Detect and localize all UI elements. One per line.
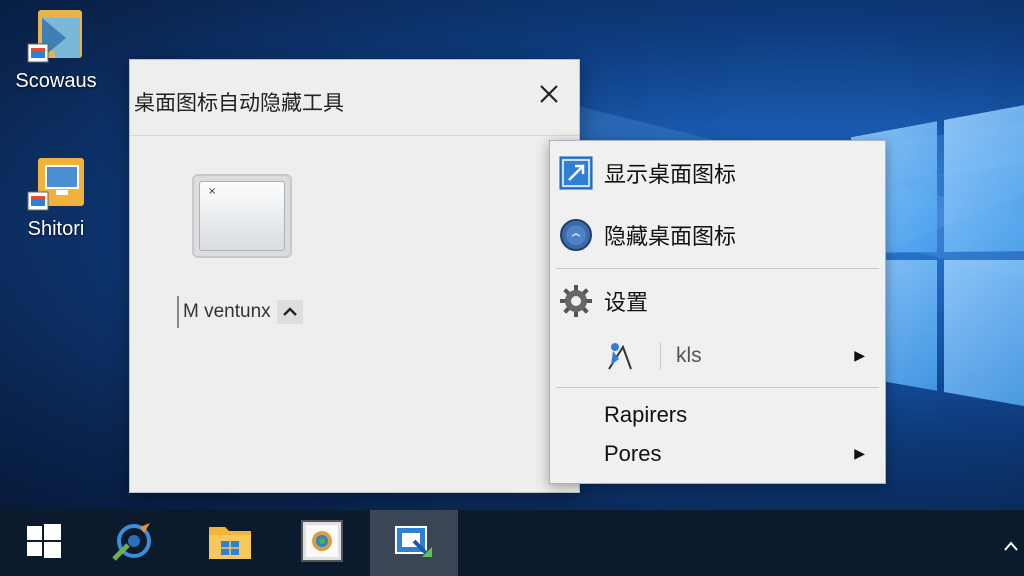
menu-divider — [556, 268, 879, 269]
menu-item-label: 设置 — [604, 291, 649, 316]
hide-desktop-icon — [558, 217, 594, 253]
menu-item-settings[interactable]: 设置 — [550, 279, 885, 323]
menu-item-kls[interactable]: kls ▶ — [550, 334, 885, 378]
photo-viewer-icon — [300, 519, 344, 567]
tools-icon — [602, 338, 638, 374]
start-button[interactable] — [0, 510, 88, 576]
menu-item-label: Rapirers — [604, 402, 688, 427]
menu-item-show-desktop-icons[interactable]: 显示桌面图标 — [550, 151, 885, 195]
menu-item-label: 隐藏桌面图标 — [604, 225, 737, 250]
taskbar-browser-button[interactable] — [88, 510, 176, 576]
menu-item-rapirers[interactable]: Rapirers — [550, 393, 885, 437]
taskbar — [0, 510, 1024, 576]
gear-icon — [558, 283, 594, 319]
divider — [130, 135, 579, 136]
menu-divider — [556, 387, 879, 388]
taskbar-desktop-tool-button[interactable] — [370, 510, 458, 576]
menu-item-label: 显示桌面图标 — [604, 163, 737, 188]
divider — [660, 342, 661, 370]
menu-item-hide-desktop-icons[interactable]: 隐藏桌面图标 — [550, 213, 885, 257]
windows-start-icon — [27, 524, 61, 562]
desktop-icon-label: Scowaus — [15, 70, 97, 92]
chevron-up-icon[interactable] — [1004, 536, 1018, 555]
context-menu: 显示桌面图标 隐藏桌面图标 设置 kls ▶ Rapirers Pores ▶ — [549, 140, 886, 484]
show-desktop-icon — [558, 155, 594, 191]
chevron-down-icon[interactable] — [276, 300, 303, 324]
auto-hide-dialog: 桌面图标自动隐藏工具 × M ventunx — [129, 59, 580, 493]
app-shortcut-icon — [26, 8, 86, 64]
desktop-hide-tool-icon — [392, 519, 436, 567]
mode-dropdown[interactable]: M ventunx — [177, 296, 303, 328]
monitor-folder-icon — [26, 156, 86, 212]
close-icon[interactable] — [537, 82, 561, 106]
menu-item-label: Pores — [604, 441, 662, 466]
taskbar-explorer-button[interactable] — [186, 510, 274, 576]
submenu-arrow-icon: ▶ — [854, 446, 865, 462]
window-preview-icon[interactable]: × — [192, 174, 292, 258]
dropdown-value: M ventunx — [183, 301, 271, 322]
menu-item-label: kls — [676, 344, 702, 367]
submenu-arrow-icon: ▶ — [854, 348, 865, 364]
desktop-icon-label: Shitori — [27, 218, 85, 240]
menu-item-pores[interactable]: Pores ▶ — [550, 432, 885, 476]
dialog-title: 桌面图标自动隐藏工具 — [134, 91, 344, 115]
desktop-icon-shitori[interactable]: Shitori — [6, 156, 106, 241]
file-explorer-icon — [207, 521, 253, 565]
taskbar-photos-button[interactable] — [278, 510, 366, 576]
desktop-icon-scowaus[interactable]: Scowaus — [6, 8, 106, 93]
browser-icon — [110, 519, 154, 567]
